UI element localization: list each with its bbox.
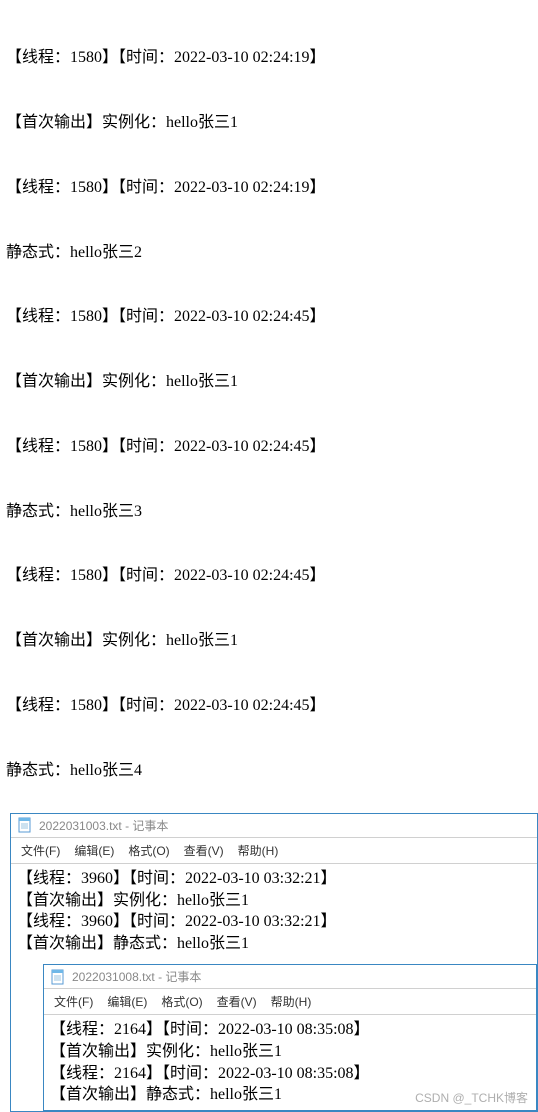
menubar: 文件(F) 编辑(E) 格式(O) 查看(V) 帮助(H) (11, 838, 537, 863)
menu-view[interactable]: 查看(V) (178, 840, 230, 861)
titlebar[interactable]: 2022031008.txt - 记事本 (44, 965, 536, 989)
console-line: 静态式：hello张三3 (6, 501, 532, 523)
window-title: 2022031003.txt - 记事本 (39, 817, 168, 834)
text-line: 【首次输出】静态式：hello张三1 (50, 1084, 530, 1106)
console-line: 【线程：1580】【时间：2022-03-10 02:24:19】 (6, 177, 532, 199)
menu-format[interactable]: 格式(O) (122, 840, 175, 861)
console-line: 【首次输出】实例化：hello张三1 (6, 371, 532, 393)
notepad-icon (17, 817, 33, 833)
text-area[interactable]: 【线程：2164】【时间：2022-03-10 08:35:08】 【首次输出】… (44, 1014, 536, 1109)
menu-help[interactable]: 帮助(H) (265, 991, 318, 1012)
console-line: 静态式：hello张三4 (6, 760, 532, 782)
console-line: 【线程：1580】【时间：2022-03-10 02:24:45】 (6, 436, 532, 458)
console-line: 【首次输出】实例化：hello张三1 (6, 112, 532, 134)
text-line: 【线程：3960】【时间：2022-03-10 03:32:21】 (17, 868, 531, 890)
menu-format[interactable]: 格式(O) (155, 991, 208, 1012)
notepad-window-1: 2022031003.txt - 记事本 文件(F) 编辑(E) 格式(O) 查… (10, 813, 538, 1112)
console-line: 【线程：1580】【时间：2022-03-10 02:24:19】 (6, 47, 532, 69)
menu-file[interactable]: 文件(F) (15, 840, 66, 861)
console-line: 【线程：1580】【时间：2022-03-10 02:24:45】 (6, 565, 532, 587)
menu-help[interactable]: 帮助(H) (232, 840, 285, 861)
console-line: 【线程：1580】【时间：2022-03-10 02:24:45】 (6, 695, 532, 717)
console-line: 【首次输出】实例化：hello张三1 (6, 630, 532, 652)
window-title: 2022031008.txt - 记事本 (72, 968, 201, 985)
text-line: 【线程：2164】【时间：2022-03-10 08:35:08】 (50, 1063, 530, 1085)
text-line: 【线程：3960】【时间：2022-03-10 03:32:21】 (17, 911, 531, 933)
text-line: 【首次输出】实例化：hello张三1 (50, 1041, 530, 1063)
notepad-window-2: 2022031008.txt - 记事本 文件(F) 编辑(E) 格式(O) 查… (43, 964, 537, 1110)
console-output: 【线程：1580】【时间：2022-03-10 02:24:19】 【首次输出】… (0, 0, 538, 807)
menubar: 文件(F) 编辑(E) 格式(O) 查看(V) 帮助(H) (44, 989, 536, 1014)
menu-edit[interactable]: 编辑(E) (68, 840, 120, 861)
notepad-icon (50, 969, 66, 985)
console-line: 【线程：1580】【时间：2022-03-10 02:24:45】 (6, 306, 532, 328)
text-line: 【首次输出】实例化：hello张三1 (17, 890, 531, 912)
text-line: 【首次输出】静态式：hello张三1 (17, 933, 531, 955)
menu-file[interactable]: 文件(F) (48, 991, 99, 1012)
console-line: 静态式：hello张三2 (6, 242, 532, 264)
titlebar[interactable]: 2022031003.txt - 记事本 (11, 814, 537, 838)
menu-view[interactable]: 查看(V) (211, 991, 263, 1012)
text-area[interactable]: 【线程：3960】【时间：2022-03-10 03:32:21】 【首次输出】… (11, 863, 537, 958)
menu-edit[interactable]: 编辑(E) (101, 991, 153, 1012)
text-line: 【线程：2164】【时间：2022-03-10 08:35:08】 (50, 1019, 530, 1041)
